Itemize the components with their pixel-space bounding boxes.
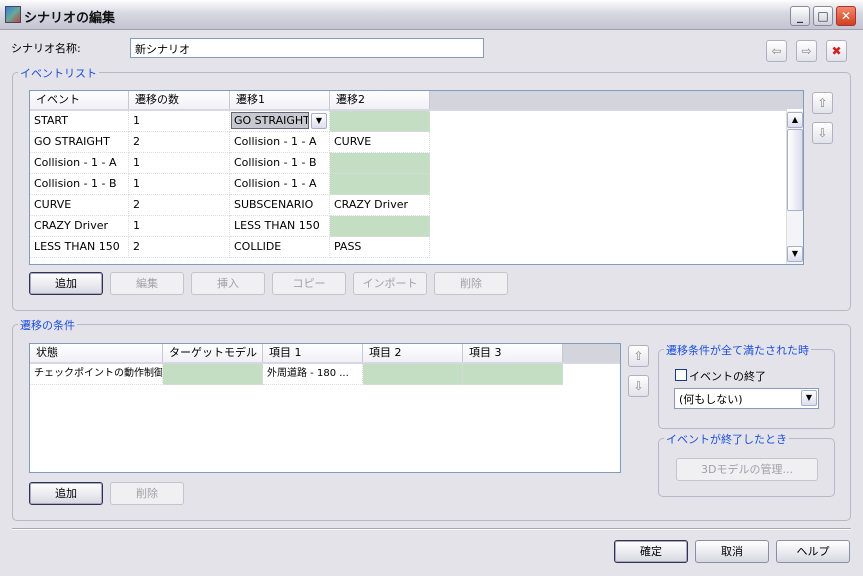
scroll-thumb[interactable] [787,129,803,211]
move-up-button[interactable]: ⇧ [812,92,833,114]
table-cell[interactable]: 1 [129,153,230,174]
table-cell[interactable]: 2 [129,237,230,258]
action-select[interactable]: (何もしない) ▼ [674,388,819,409]
table-cell[interactable]: CURVE [330,132,430,153]
help-button[interactable]: ヘルプ [776,540,850,563]
cancel-button[interactable]: 取消 [695,540,769,563]
table-cell[interactable] [330,174,430,195]
table-cell[interactable]: START [30,111,129,132]
scenario-name-input[interactable]: 新シナリオ [130,38,484,58]
column-header[interactable]: 項目 3 [463,344,563,362]
end-event-label: イベントの終了 [689,370,766,383]
table-cell[interactable]: 1 [129,111,230,132]
event-table-scrollbar[interactable]: ▲ ▼ [786,111,803,264]
table-cell[interactable]: Collision - 1 - A [230,132,330,153]
scenario-name-label: シナリオ名称: [11,42,81,55]
table-cell[interactable]: Collision - 1 - B [230,153,330,174]
column-header[interactable]: 遷移の数 [129,91,230,109]
column-header[interactable]: イベント [30,91,129,109]
chevron-down-icon[interactable]: ▼ [801,390,817,406]
conditions-title: 遷移の条件 [18,317,77,333]
delete-scenario-button[interactable]: ✖ [826,40,847,62]
table-cell[interactable]: チェックポイントの動作制御... [30,364,163,385]
column-header[interactable]: 項目 1 [263,344,363,362]
import-event-button[interactable]: インポート [353,272,427,295]
manage-3d-models-button[interactable]: 3Dモデルの管理... [676,458,818,481]
end-event-checkbox[interactable] [675,369,687,381]
column-header[interactable]: 遷移1 [230,91,330,109]
title-bar: シナリオの編集 _ □ ✕ [0,0,863,30]
edit-event-button[interactable]: 編集 [110,272,184,295]
ok-button[interactable]: 確定 [614,540,688,563]
condition-up-button[interactable]: ⇧ [628,345,649,367]
table-cell[interactable]: CURVE [30,195,129,216]
window-title: シナリオの編集 [24,11,116,26]
table-cell[interactable]: COLLIDE [230,237,330,258]
back-arrow-button[interactable]: ⇦ [766,40,787,62]
footer-divider [12,528,851,530]
copy-event-button[interactable]: コピー [272,272,346,295]
table-cell[interactable]: 1 [129,216,230,237]
chevron-down-icon[interactable]: ▼ [311,113,327,129]
app-icon [5,6,21,23]
column-header[interactable]: ターゲットモデル [163,344,263,362]
table-cell[interactable] [163,364,263,385]
table-cell[interactable]: LESS THAN 150 [230,216,330,237]
conditions-table: 状態 ターゲットモデル 項目 1 項目 2 項目 3 チェックポイントの動作制御… [29,343,621,473]
table-cell[interactable]: Collision - 1 - A [30,153,129,174]
transition-dropdown[interactable]: GO STRAIGHT ▼ [230,111,330,132]
table-cell[interactable] [330,153,430,174]
table-cell[interactable] [330,216,430,237]
delete-condition-button[interactable]: 削除 [110,482,184,505]
table-cell[interactable]: LESS THAN 150 [30,237,129,258]
table-cell[interactable]: Collision - 1 - B [30,174,129,195]
add-event-button[interactable]: 追加 [29,272,103,295]
forward-arrow-button[interactable]: ⇨ [796,40,817,62]
scroll-up-icon[interactable]: ▲ [787,112,803,128]
column-header[interactable]: 遷移2 [330,91,430,109]
event-end-title: イベントが終了したとき [664,431,789,447]
table-cell[interactable]: 外周道路 - 180 ... [263,364,363,385]
column-header[interactable]: 項目 2 [363,344,463,362]
table-cell[interactable]: 2 [129,132,230,153]
add-condition-button[interactable]: 追加 [29,482,103,505]
table-cell[interactable]: CRAZY Driver [30,216,129,237]
table-cell[interactable]: GO STRAIGHT [30,132,129,153]
minimize-button[interactable]: _ [790,6,810,26]
event-list-title: イベントリスト [18,65,99,81]
maximize-button[interactable]: □ [813,6,833,26]
table-cell[interactable]: SUBSCENARIO [230,195,330,216]
event-table-header: イベント 遷移の数 遷移1 遷移2 [30,91,803,111]
conditions-table-header: 状態 ターゲットモデル 項目 1 項目 2 項目 3 [30,344,620,364]
table-cell[interactable] [363,364,463,385]
column-header[interactable]: 状態 [30,344,163,362]
table-cell[interactable] [463,364,563,385]
dropdown-value: GO STRAIGHT [231,112,309,129]
close-button[interactable]: ✕ [836,6,856,26]
delete-event-button[interactable]: 削除 [434,272,508,295]
move-down-button[interactable]: ⇩ [812,122,833,144]
table-cell[interactable]: 2 [129,195,230,216]
table-cell[interactable]: 1 [129,174,230,195]
event-table: イベント 遷移の数 遷移1 遷移2 START 1 GO STRAIGHT ▼ GO S… [29,90,804,265]
action-select-value: (何もしない) [679,393,743,406]
table-cell[interactable]: Collision - 1 - A [230,174,330,195]
table-cell[interactable] [330,111,430,132]
table-cell[interactable]: CRAZY Driver [330,195,430,216]
condition-down-button[interactable]: ⇩ [628,375,649,397]
scroll-down-icon[interactable]: ▼ [787,246,803,262]
all-met-title: 遷移条件が全て満たされた時 [664,342,811,358]
table-cell[interactable]: PASS [330,237,430,258]
insert-event-button[interactable]: 挿入 [191,272,265,295]
